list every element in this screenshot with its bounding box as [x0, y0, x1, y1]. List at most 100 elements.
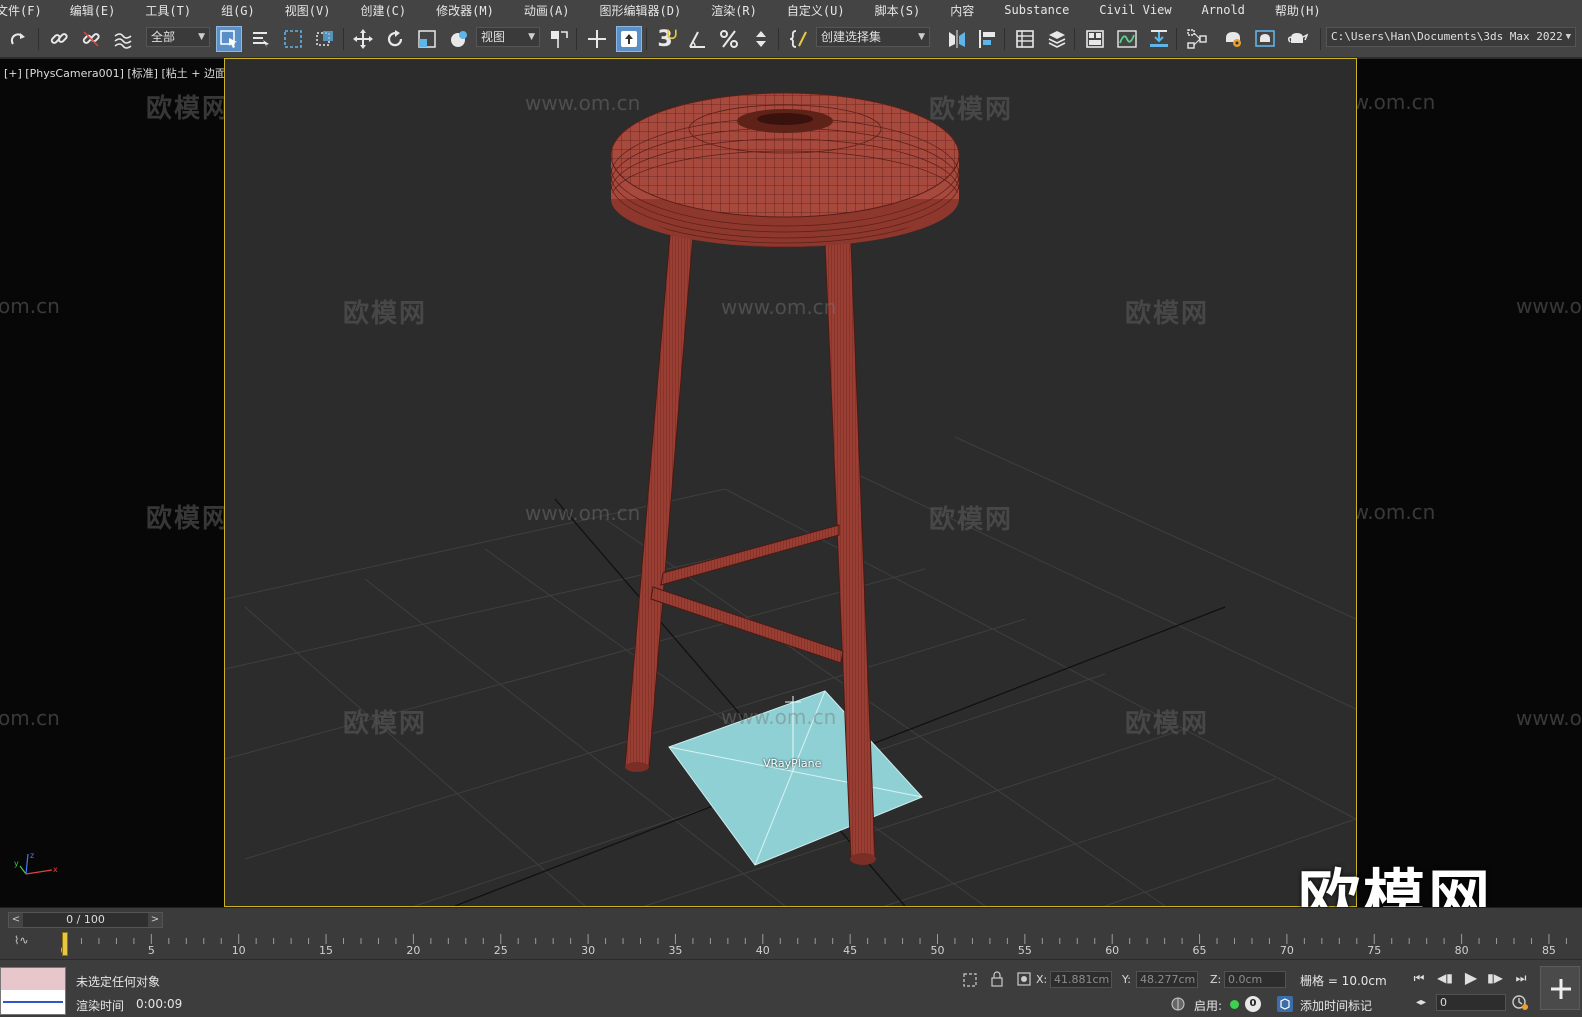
window-crossing-button[interactable]	[312, 26, 338, 52]
time-slider[interactable]: < 0 / 100 >	[8, 912, 163, 928]
frame-ruler[interactable]: 0510152025303540455055606570758085	[58, 932, 1582, 958]
curve-editor-button[interactable]	[1114, 26, 1140, 52]
select-and-rotate-button[interactable]	[382, 26, 408, 52]
add-time-tag-button[interactable]: 添加时间标记	[1300, 997, 1372, 1014]
chevron-right-icon[interactable]: >	[148, 913, 162, 927]
menu-file[interactable]: 文件(F)	[0, 2, 42, 19]
y-coordinate-field[interactable]: 48.277cm	[1136, 971, 1198, 988]
render-setup-button[interactable]	[1220, 26, 1246, 52]
watermark-left: om.cn	[0, 294, 60, 318]
unlink-button[interactable]	[78, 26, 104, 52]
percent-snap-button[interactable]	[716, 26, 742, 52]
layer-explorer-button[interactable]	[1044, 26, 1070, 52]
ruler-tick-label: 65	[1192, 944, 1207, 957]
play-button[interactable]: ▶	[1462, 969, 1480, 987]
menu-edit[interactable]: 编辑(E)	[70, 2, 116, 19]
redo-button[interactable]	[6, 26, 32, 52]
svg-text:x: x	[53, 865, 58, 874]
menu-civil-view[interactable]: Civil View	[1099, 3, 1171, 17]
rectangular-selection-button[interactable]	[280, 26, 306, 52]
rendered-frame-window-button[interactable]	[1252, 26, 1278, 52]
menu-modifiers[interactable]: 修改器(M)	[436, 2, 494, 19]
selection-status: 未选定任何对象	[76, 975, 161, 989]
scale-icon	[418, 30, 436, 48]
menu-animation[interactable]: 动画(A)	[524, 2, 570, 19]
ruler-tick-label: 35	[668, 944, 683, 957]
viewport-navigation-button[interactable]	[1540, 966, 1580, 1010]
watermark-url: www.om.cn	[721, 295, 837, 319]
scene-canvas	[225, 92, 1356, 906]
angle-snap-button[interactable]	[684, 26, 710, 52]
time-configuration-icon[interactable]	[1512, 994, 1528, 1010]
select-and-place-button[interactable]	[446, 26, 472, 52]
select-object-button[interactable]	[216, 26, 242, 52]
menu-views[interactable]: 视图(V)	[285, 2, 331, 19]
lock-icon[interactable]	[990, 971, 1004, 987]
watermark-cn: 欧模网	[343, 709, 428, 739]
go-to-start-button[interactable]: ⏮	[1410, 969, 1428, 987]
snaps-toggle-button[interactable]: 3	[652, 26, 678, 52]
magnet-icon	[667, 29, 677, 40]
menu-help[interactable]: 帮助(H)	[1275, 2, 1321, 19]
menu-arnold[interactable]: Arnold	[1202, 3, 1245, 17]
watermark-url: www.om.cn	[721, 705, 837, 729]
link-button[interactable]	[46, 26, 72, 52]
perspective-viewport[interactable]: VRayPlane www.om.cn 欧模网 欧模网 www.om.cn 欧模…	[224, 58, 1357, 907]
unlink-icon	[82, 31, 100, 47]
menu-substance[interactable]: Substance	[1004, 3, 1069, 17]
menu-group[interactable]: 组(G)	[221, 2, 255, 19]
go-to-end-button[interactable]: ⏭	[1512, 969, 1530, 987]
mirror-button[interactable]	[944, 26, 970, 52]
schematic-icon	[1150, 30, 1168, 47]
viewport-label[interactable]: [+] [PhysCamera001] [标准] [粘土 + 边面]	[4, 65, 230, 81]
schematic-view-button[interactable]	[1146, 26, 1172, 52]
mini-curve-editor-toggle[interactable]: ⌇∿	[14, 934, 42, 954]
status-green-dot	[1230, 1000, 1239, 1009]
menu-scripting[interactable]: 脚本(S)	[875, 2, 921, 19]
named-selection-dropdown[interactable]: 创建选择集 ▼	[816, 27, 930, 47]
x-label: X:	[1036, 973, 1048, 986]
align-button[interactable]	[974, 26, 1000, 52]
menu-customize[interactable]: 自定义(U)	[787, 2, 845, 19]
time-tag-icon[interactable]	[1276, 995, 1294, 1013]
key-mode-toggle[interactable]: ◂▸	[1412, 994, 1430, 1012]
material-editor-button[interactable]	[1184, 26, 1210, 52]
keyboard-shortcut-override-button[interactable]	[616, 26, 642, 52]
x-coordinate-field[interactable]: 41.881cm	[1050, 971, 1112, 988]
counter-badge: 0	[1245, 996, 1261, 1012]
render-production-button[interactable]	[1284, 26, 1310, 52]
toggle-ribbon-button[interactable]	[1082, 26, 1108, 52]
spinner-snap-button[interactable]	[748, 26, 774, 52]
menu-tools[interactable]: 工具(T)	[145, 2, 191, 19]
reference-coordinate-dropdown[interactable]: 视图 ▼	[476, 27, 540, 47]
menu-graph-editors[interactable]: 图形编辑器(D)	[600, 2, 682, 19]
maxscript-mini-listener[interactable]	[0, 967, 66, 1015]
ruler-tick-label: 5	[147, 944, 155, 957]
absolute-mode-icon[interactable]	[1016, 971, 1032, 987]
select-manipulate-button[interactable]	[584, 26, 610, 52]
previous-frame-button[interactable]: ◀▮	[1436, 969, 1454, 987]
next-frame-button[interactable]: ▮▶	[1486, 969, 1504, 987]
window-crossing-icon	[316, 31, 333, 46]
time-marker[interactable]	[62, 932, 68, 956]
menu-content[interactable]: 内容	[950, 2, 974, 19]
bind-space-warp-button[interactable]	[110, 26, 136, 52]
current-frame-field[interactable]: 0	[1436, 994, 1506, 1011]
scene-explorer-button[interactable]	[1012, 26, 1038, 52]
menu-rendering[interactable]: 渲染(R)	[711, 2, 757, 19]
select-and-move-button[interactable]	[350, 26, 376, 52]
select-and-scale-button[interactable]	[414, 26, 440, 52]
plus-icon	[1551, 979, 1571, 999]
axis-tripod-icon: x y z	[14, 852, 58, 875]
teapot-icon	[1287, 33, 1308, 43]
timeline: < 0 / 100 > ⌇∿ 0510152025303540455055606…	[0, 907, 1582, 959]
project-path-dropdown[interactable]: C:\Users\Han\Documents\3ds Max 2022 ▼	[1326, 27, 1576, 47]
edit-named-selection-button[interactable]	[786, 26, 812, 52]
use-pivot-center-button[interactable]	[546, 26, 572, 52]
menu-create[interactable]: 创建(C)	[360, 2, 406, 19]
adaptive-degradation-icon[interactable]	[1170, 996, 1186, 1012]
isolate-selection-icon[interactable]	[962, 972, 978, 988]
z-coordinate-field[interactable]: 0.0cm	[1224, 971, 1286, 988]
selection-filter-dropdown[interactable]: 全部 ▼	[146, 27, 210, 47]
select-by-name-button[interactable]	[248, 26, 274, 52]
